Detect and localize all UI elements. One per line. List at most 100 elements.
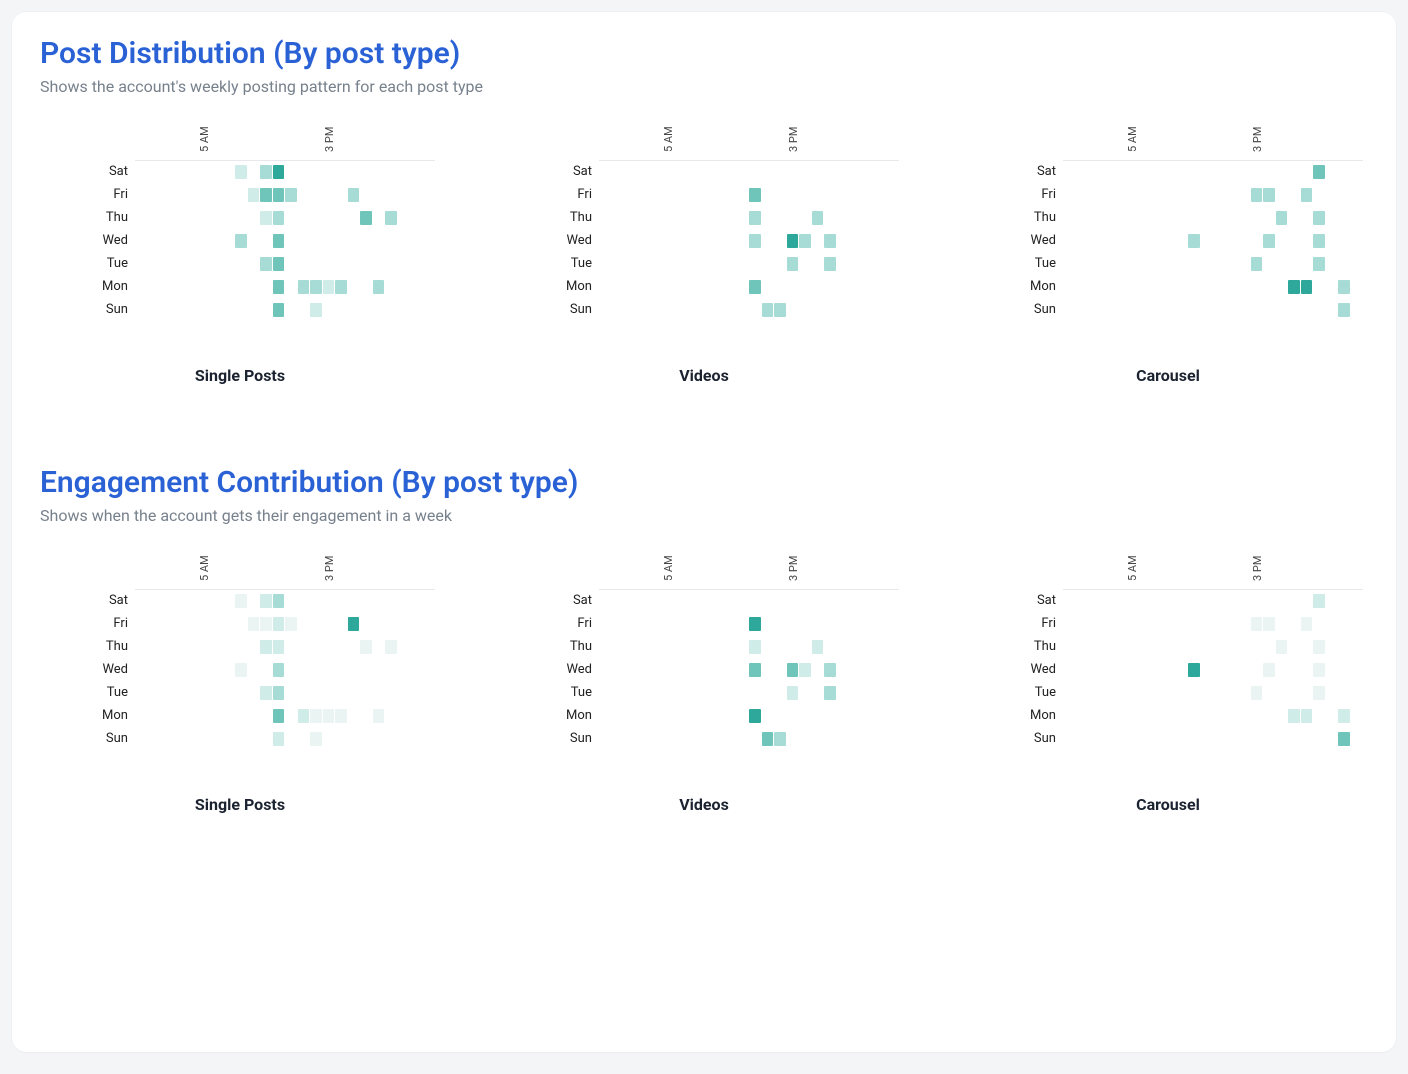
heatmap-cell [774,732,786,746]
y-tick-label: Sun [40,303,128,316]
heatmap-cell [1313,640,1325,654]
heatmap-cell [360,211,372,225]
heatmap-cell [310,303,322,317]
chart-title: Single Posts [40,366,440,385]
heatmap-cell [787,257,799,271]
heatmap-cell [787,234,799,248]
heatmap-cell [235,165,247,179]
heatmap-cell [1188,234,1200,248]
heatmap-cell [812,211,824,225]
charts-row: 5 AM3 PMSatFriThuWedTueMonSun Single Pos… [40,124,1368,385]
x-tick-label: 3 PM [1251,127,1264,152]
engagement-contribution-section: Engagement Contribution (By post type) S… [40,465,1368,814]
chart-title: Videos [504,366,904,385]
heatmap-cell [1288,280,1300,294]
analytics-card: Post Distribution (By post type) Shows t… [12,12,1396,1052]
y-tick-label: Tue [40,257,128,270]
x-tick-label: 5 AM [198,555,211,581]
heatmap-cell [298,280,310,294]
y-tick-label: Tue [968,257,1056,270]
y-tick-label: Fri [968,617,1056,630]
heatmap-cell [1338,709,1350,723]
y-tick-label: Wed [968,234,1056,247]
y-tick-label: Fri [40,188,128,201]
y-tick-label: Mon [40,709,128,722]
heatmap-cell [824,234,836,248]
heatmap-cell [799,234,811,248]
y-tick-label: Thu [968,640,1056,653]
section-title: Post Distribution (By post type) [40,36,1368,71]
chart-videos: 5 AM3 PMSatFriThuWedTueMonSun Videos [504,124,904,385]
heatmap-cell [824,686,836,700]
heatmap-cell [260,686,272,700]
heatmap-cell [310,280,322,294]
y-tick-label: Fri [40,617,128,630]
y-tick-label: Sat [40,594,128,607]
heatmap-cell [273,663,285,677]
y-tick-label: Wed [40,234,128,247]
y-tick-label: Mon [504,709,592,722]
heatmap-cell [273,234,285,248]
x-tick-label: 5 AM [1126,126,1139,152]
y-tick-label: Thu [504,211,592,224]
heatmap-cell [749,280,761,294]
x-tick-label: 5 AM [662,126,675,152]
heatmap-cell [1338,732,1350,746]
heatmap-cell [235,663,247,677]
y-tick-label: Fri [504,188,592,201]
y-tick-label: Wed [968,663,1056,676]
heatmap-cell [762,303,774,317]
heatmap-cell [260,594,272,608]
chart-carousel: 5 AM3 PMSatFriThuWedTueMonSun Carousel [968,124,1368,385]
y-tick-label: Mon [504,280,592,293]
heatmap-cell [824,257,836,271]
chart-carousel: 5 AM3 PMSatFriThuWedTueMonSun Carousel [968,553,1368,814]
y-tick-label: Mon [968,280,1056,293]
heatmap-cell [298,709,310,723]
heatmap-cell [1263,234,1275,248]
y-tick-label: Wed [504,234,592,247]
heatmap-cell [310,709,322,723]
heatmap-cell [749,663,761,677]
x-tick-label: 5 AM [198,126,211,152]
y-tick-label: Mon [968,709,1056,722]
heatmap-cell [260,640,272,654]
heatmap-cell [1276,640,1288,654]
heatmap-plot [135,589,435,753]
heatmap-cell [1301,188,1313,202]
heatmap-cell [1263,188,1275,202]
heatmap-cell [260,617,272,631]
heatmap-cell [787,663,799,677]
y-tick-label: Tue [968,686,1056,699]
heatmap-cell [273,686,285,700]
heatmap-cell [1301,617,1313,631]
heatmap-cell [360,640,372,654]
y-tick-label: Tue [504,257,592,270]
heatmap-cell [310,732,322,746]
heatmap-cell [1188,663,1200,677]
y-tick-label: Fri [504,617,592,630]
heatmap-cell [273,257,285,271]
heatmap-cell [273,594,285,608]
heatmap-cell [749,617,761,631]
y-tick-label: Sun [504,303,592,316]
chart-single-posts: 5 AM3 PMSatFriThuWedTueMonSun Single Pos… [40,553,440,814]
y-tick-label: Sun [968,303,1056,316]
heatmap-cell [1313,686,1325,700]
heatmap-cell [749,211,761,225]
heatmap-cell [248,617,260,631]
heatmap-cell [323,280,335,294]
x-tick-label: 3 PM [323,127,336,152]
y-tick-label: Thu [40,640,128,653]
x-tick-label: 5 AM [1126,555,1139,581]
x-tick-label: 3 PM [787,127,800,152]
x-tick-label: 3 PM [1251,556,1264,581]
heatmap-cell [1313,234,1325,248]
y-tick-label: Thu [504,640,592,653]
chart-title: Carousel [968,795,1368,814]
y-tick-label: Sun [968,732,1056,745]
heatmap-cell [762,732,774,746]
heatmap-cell [1338,303,1350,317]
heatmap-cell [824,663,836,677]
y-tick-label: Wed [40,663,128,676]
